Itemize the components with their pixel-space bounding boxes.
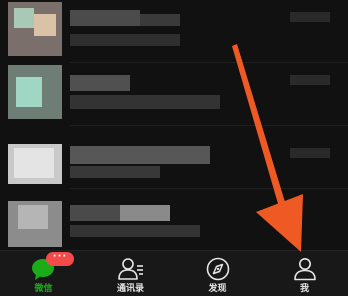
avatar-pixel bbox=[16, 77, 42, 107]
chat-list-item[interactable] bbox=[0, 0, 348, 62]
time-pixel bbox=[290, 148, 330, 158]
chat-list-item[interactable] bbox=[0, 126, 348, 188]
name-pixel bbox=[70, 75, 130, 91]
preview-pixel bbox=[70, 95, 220, 109]
preview-pixel bbox=[70, 166, 160, 178]
tab-me[interactable]: 我 bbox=[261, 251, 348, 296]
tab-label: 发现 bbox=[208, 284, 227, 294]
contacts-icon bbox=[117, 258, 143, 280]
unread-badge: ··· bbox=[46, 252, 74, 266]
person-icon bbox=[293, 258, 316, 281]
compass-icon bbox=[206, 257, 229, 281]
tab-discover[interactable]: 发现 bbox=[174, 251, 261, 296]
tab-label: 微信 bbox=[34, 284, 53, 294]
chat-list-item[interactable] bbox=[0, 63, 348, 125]
name-pixel bbox=[70, 10, 140, 26]
chat-list bbox=[0, 0, 348, 250]
preview-pixel bbox=[70, 225, 200, 237]
avatar-pixel bbox=[14, 8, 34, 28]
time-pixel bbox=[290, 12, 330, 22]
avatar-pixel bbox=[18, 205, 48, 229]
bottom-tab-bar: ··· 微信 通讯录 发现 我 bbox=[0, 250, 348, 296]
name-pixel bbox=[120, 205, 170, 221]
preview-pixel bbox=[70, 34, 180, 46]
name-pixel bbox=[140, 14, 180, 26]
name-pixel bbox=[70, 205, 120, 221]
tab-contacts[interactable]: 通讯录 bbox=[87, 251, 174, 296]
wechat-screen: ··· 微信 通讯录 发现 我 bbox=[0, 0, 348, 296]
tab-label: 通讯录 bbox=[116, 284, 144, 294]
avatar-pixel bbox=[14, 148, 54, 178]
avatar-pixel bbox=[34, 14, 56, 36]
tab-label: 我 bbox=[299, 284, 309, 294]
tab-chats[interactable]: ··· 微信 bbox=[0, 251, 87, 296]
name-pixel bbox=[70, 146, 210, 164]
chat-list-item[interactable] bbox=[0, 189, 348, 250]
time-pixel bbox=[290, 75, 330, 85]
